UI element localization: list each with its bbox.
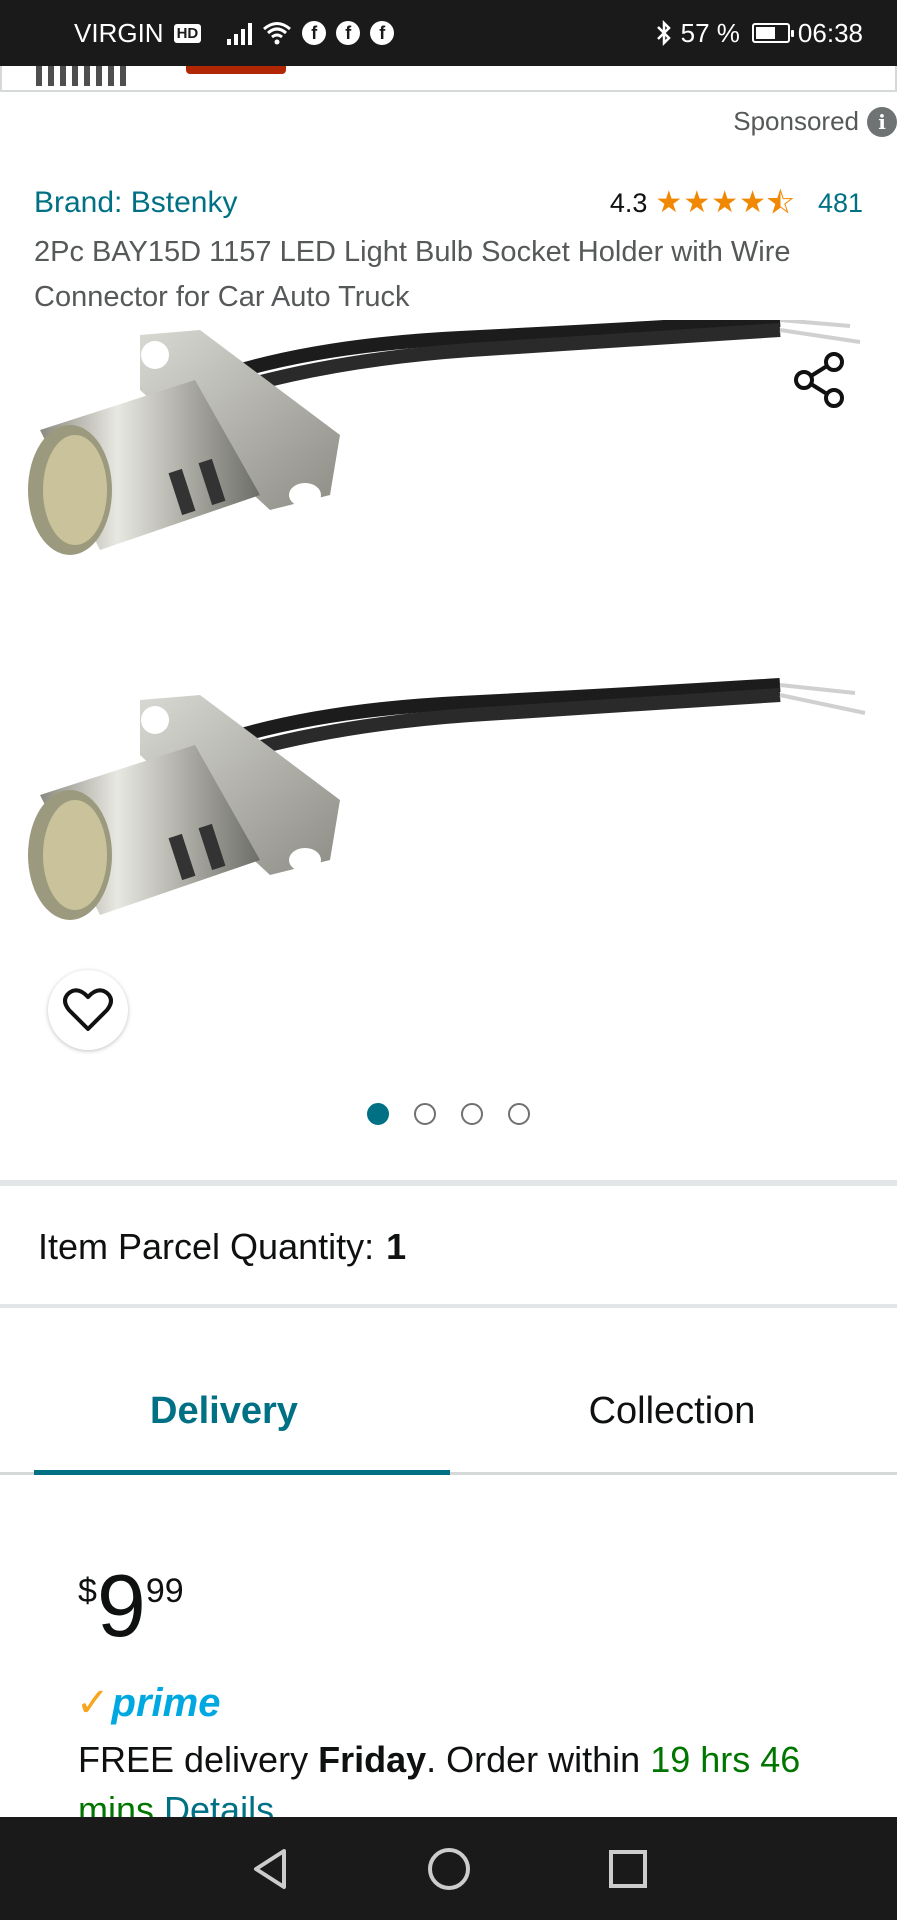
quantity-value: 1	[386, 1226, 407, 1267]
back-triangle-icon	[253, 1848, 286, 1889]
carrier-label: VIRGIN	[74, 17, 164, 48]
heart-icon	[63, 988, 113, 1031]
clock: 06:38	[797, 17, 863, 48]
previous-product-price	[186, 66, 286, 74]
price-fraction: 99	[145, 1572, 184, 1610]
socket-bottom	[28, 678, 866, 920]
delivery-message: FREE delivery Friday. Order within 19 hr…	[78, 1735, 878, 1817]
review-count[interactable]: 481	[818, 188, 863, 219]
price: $ 9 99	[78, 1560, 184, 1652]
back-button[interactable]	[240, 1839, 300, 1899]
share-icon[interactable]	[790, 350, 850, 410]
brand-rating-row: Brand: Bstenky 4.3 ★ ★ ★ ★ ★ 481	[34, 186, 863, 220]
wifi-icon	[263, 22, 292, 45]
tab-collection[interactable]: Collection	[448, 1350, 896, 1472]
prime-check-icon: ✓	[76, 1681, 110, 1725]
signal-icon	[227, 21, 253, 45]
item-parcel-quantity: Item Parcel Quantity: 1	[38, 1226, 406, 1268]
status-left: VIRGIN HD f f f	[74, 17, 395, 49]
carousel-dot[interactable]	[508, 1103, 530, 1125]
delivery-middle: . Order within	[426, 1739, 651, 1780]
image-carousel-indicator	[0, 1103, 897, 1125]
facebook-icon: f	[370, 21, 395, 45]
price-symbol: $	[78, 1572, 97, 1610]
recents-button[interactable]	[598, 1839, 658, 1899]
previous-card-border	[0, 66, 897, 92]
bluetooth-icon	[656, 20, 671, 46]
star-rating: ★ ★ ★ ★ ★	[655, 186, 795, 219]
add-to-wishlist-button[interactable]	[48, 970, 128, 1050]
half-star-icon: ★	[767, 186, 795, 219]
hd-badge: HD	[173, 23, 202, 43]
system-navigation-bar	[0, 1817, 897, 1920]
rating-summary[interactable]: 4.3 ★ ★ ★ ★ ★ 481	[609, 186, 863, 219]
facebook-icon: f	[302, 21, 327, 45]
prime-badge: ✓ prime	[76, 1680, 220, 1726]
sponsored-label[interactable]: Sponsored i	[733, 106, 897, 137]
star-icon: ★	[683, 186, 711, 219]
quantity-label: Item Parcel Quantity:	[38, 1226, 375, 1267]
socket-top	[28, 320, 861, 555]
star-icon: ★	[739, 186, 767, 219]
delivery-day: Friday	[318, 1739, 427, 1780]
delivery-prefix: FREE delivery	[78, 1739, 319, 1780]
previous-product-thumbnail	[36, 66, 132, 86]
sponsored-text: Sponsored	[733, 106, 859, 136]
carousel-dot[interactable]	[414, 1103, 436, 1125]
section-divider	[0, 1180, 897, 1186]
brand-link[interactable]: Brand: Bstenky	[34, 186, 237, 220]
star-icon: ★	[655, 186, 683, 219]
delivery-message-clip: FREE delivery Friday. Order within 19 hr…	[0, 1735, 897, 1817]
info-icon[interactable]: i	[867, 106, 897, 137]
carousel-dot[interactable]	[367, 1103, 389, 1125]
status-right: 57 % 06:38	[655, 18, 863, 49]
product-image[interactable]	[0, 320, 897, 1060]
battery-icon	[751, 23, 794, 43]
details-link[interactable]: Details	[164, 1789, 274, 1817]
section-divider	[0, 1304, 897, 1308]
home-circle-icon	[427, 1847, 470, 1890]
previous-product-card[interactable]	[0, 66, 897, 92]
home-button[interactable]	[419, 1839, 479, 1899]
tab-delivery[interactable]: Delivery	[0, 1350, 450, 1475]
fulfillment-tabs: Delivery Collection	[0, 1350, 897, 1475]
price-whole: 9	[96, 1556, 146, 1655]
rating-value: 4.3	[609, 187, 648, 218]
status-bar: VIRGIN HD f f f 57 % 06:38	[0, 0, 897, 66]
carousel-dot[interactable]	[461, 1103, 483, 1125]
battery-percent: 57 %	[680, 17, 740, 48]
star-icon: ★	[711, 186, 739, 219]
facebook-icon: f	[336, 21, 361, 45]
recents-square-icon	[608, 1849, 647, 1888]
prime-label: prime	[111, 1680, 221, 1725]
product-title[interactable]: 2Pc BAY15D 1157 LED Light Bulb Socket Ho…	[34, 230, 837, 320]
